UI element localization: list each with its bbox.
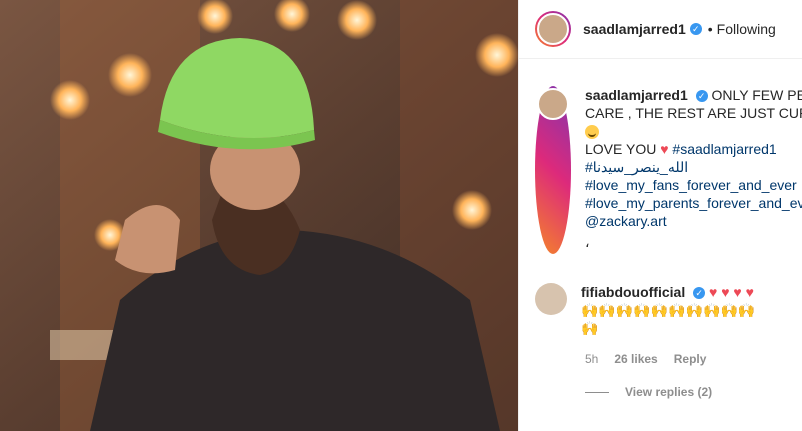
divider bbox=[585, 391, 609, 393]
caption-extra: ، bbox=[585, 234, 590, 250]
caption-line: LOVE YOU bbox=[585, 141, 657, 157]
following-button[interactable]: Following bbox=[717, 21, 776, 37]
caption-line: CARE , THE REST ARE JUST CURIOU bbox=[585, 105, 802, 121]
comment-emoji-line: 🙌🙌🙌🙌🙌🙌🙌🙌🙌🙌 bbox=[581, 302, 756, 318]
heart-emoji-icon: ♥ bbox=[660, 141, 669, 157]
comment-time: 5h bbox=[585, 352, 599, 366]
comment-username[interactable]: fifiabdouofficial bbox=[581, 284, 685, 300]
view-replies-label: View replies (2) bbox=[625, 385, 713, 399]
separator-dot: • bbox=[707, 21, 713, 37]
comment-likes[interactable]: 26 likes bbox=[614, 352, 657, 366]
caption-username[interactable]: saadlamjarred1 bbox=[585, 87, 688, 103]
verified-badge-icon: ✓ bbox=[693, 287, 706, 300]
smile-emoji-icon bbox=[585, 125, 599, 140]
comment-meta: 5h 26 likes Reply bbox=[585, 352, 706, 366]
hashtag-link[interactable]: #love_my_parents_forever_and_eve bbox=[585, 194, 802, 212]
caption-avatar[interactable] bbox=[535, 86, 571, 254]
post-image[interactable] bbox=[0, 0, 518, 431]
hashtag-link[interactable]: #love_my_fans_forever_and_ever bbox=[585, 176, 802, 194]
post-header: saadlamjarred1 ✓ • Following bbox=[519, 0, 802, 59]
post-photo-illustration bbox=[0, 0, 518, 431]
verified-badge-icon: ✓ bbox=[689, 23, 702, 35]
avatar[interactable] bbox=[535, 11, 571, 47]
hearts-emoji-icon: ♥ ♥ ♥ ♥ bbox=[709, 284, 754, 300]
comment-emoji-line: 🙌 bbox=[581, 320, 599, 336]
post-side-panel: saadlamjarred1 ✓ • Following saadlamjarr… bbox=[518, 0, 802, 431]
comment-avatar[interactable] bbox=[535, 283, 567, 315]
view-replies-button[interactable]: View replies (2) bbox=[585, 385, 712, 399]
mention-link[interactable]: @zackary.art bbox=[585, 212, 802, 230]
reply-button[interactable]: Reply bbox=[674, 352, 707, 366]
post-username[interactable]: saadlamjarred1 bbox=[583, 21, 686, 37]
comment-item: fifiabdouofficial ✓ ♥ ♥ ♥ ♥ 🙌🙌🙌🙌🙌🙌🙌🙌🙌🙌 🙌 bbox=[535, 283, 802, 337]
caption-line: ONLY FEW PEOP bbox=[711, 87, 802, 103]
verified-badge-icon: ✓ bbox=[695, 90, 708, 103]
post-caption: saadlamjarred1 ✓ ONLY FEW PEOP CARE , TH… bbox=[535, 86, 802, 254]
hashtag-link[interactable]: #saadlamjarred1 bbox=[672, 141, 776, 157]
hashtag-link[interactable]: #الله_ينصر_سيدنا bbox=[585, 158, 802, 176]
